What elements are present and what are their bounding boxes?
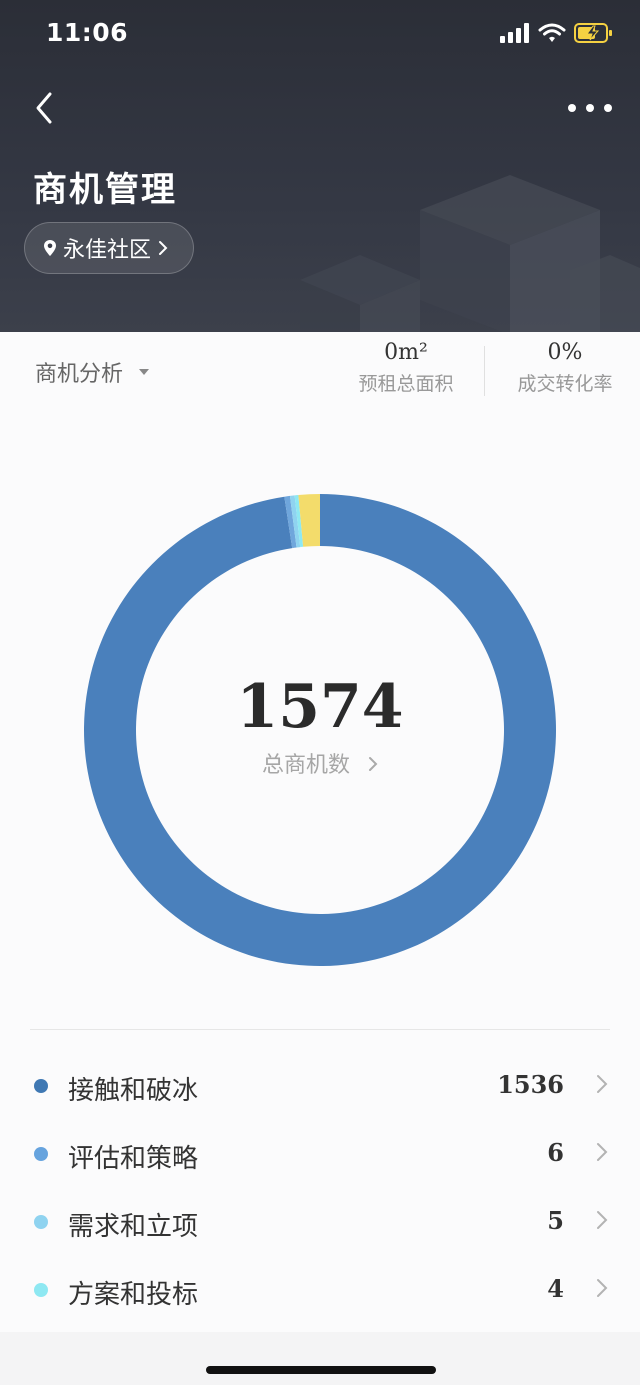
stage-list: 接触和破冰 1536 评估和策略 6 需求和立项 5 方案和投标 4 [0,1052,640,1324]
stage-row[interactable]: 方案和投标 4 [0,1256,640,1324]
stage-count: 6 [547,1138,564,1167]
signal-icon [500,23,529,43]
analysis-dropdown[interactable]: 商机分析 [35,356,150,388]
analysis-card: 商机分析 0m² 预租总面积 0% 成交转化率 1574 总商机数 接触和破冰 … [0,332,640,1332]
stage-count: 4 [547,1274,564,1303]
status-bar: 11:06 [0,0,640,70]
location-pin-icon [44,240,56,256]
more-dot-icon [568,104,576,112]
stat-area-value: 0m² [384,340,428,365]
location-name: 永佳社区 [63,238,152,263]
more-dot-icon [604,104,612,112]
stage-name: 接触和破冰 [68,1076,199,1106]
stage-row[interactable]: 接触和破冰 1536 [0,1052,640,1120]
stage-color-dot [34,1079,48,1093]
divider [30,1029,610,1030]
header: 11:06 商机管理 永佳社区 [0,0,640,335]
page-title: 商机管理 [33,170,177,210]
location-selector[interactable]: 永佳社区 [24,222,195,274]
more-options-button[interactable] [568,96,612,120]
home-indicator [206,1366,436,1374]
more-dot-icon [586,104,594,112]
chevron-right-icon [368,753,378,778]
stage-name: 评估和策略 [68,1144,199,1174]
stage-name: 方案和投标 [68,1280,199,1310]
stat-rate-value: 0% [547,340,583,365]
total-label-link[interactable]: 总商机数 [170,747,470,779]
stage-name: 需求和立项 [68,1212,199,1242]
stage-count: 5 [547,1206,564,1235]
wifi-icon [538,23,566,42]
analysis-dropdown-label: 商机分析 [35,362,124,387]
stage-count: 1536 [497,1070,564,1099]
stat-area: 0m² 预租总面积 [350,340,462,396]
chevron-right-icon [597,1279,608,1297]
stage-color-dot [34,1147,48,1161]
back-button[interactable] [30,88,60,128]
stat-rate-label: 成交转化率 [517,373,613,395]
stage-color-dot [34,1283,48,1297]
caret-down-icon [139,369,150,375]
stat-divider [484,346,485,396]
back-arrow-icon [36,92,52,124]
status-icons [500,22,614,44]
chevron-right-icon [597,1075,608,1093]
chevron-right-icon [159,241,168,255]
stat-rate: 0% 成交转化率 [510,340,620,396]
battery-icon [574,23,612,43]
chevron-right-icon [597,1143,608,1161]
chevron-right-icon [597,1211,608,1229]
stage-row[interactable]: 评估和策略 6 [0,1120,640,1188]
status-time: 11:06 [46,18,129,47]
total-count: 1574 [236,672,404,742]
total-label: 总商机数 [261,753,350,778]
stat-area-label: 预租总面积 [358,373,454,395]
stage-color-dot [34,1215,48,1229]
stage-row[interactable]: 需求和立项 5 [0,1188,640,1256]
